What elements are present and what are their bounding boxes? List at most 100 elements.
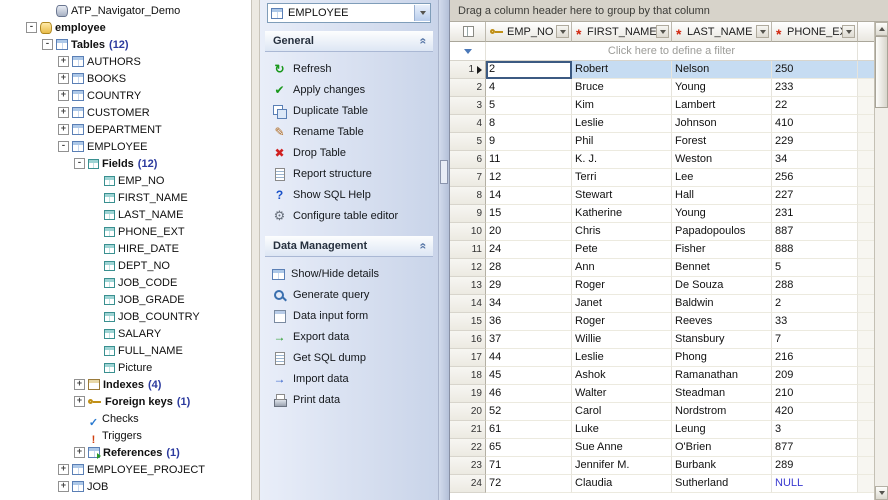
table-row[interactable]: 6 11 K. J. Weston 34	[450, 151, 874, 169]
table-row[interactable]: 17 44 Leslie Phong 216	[450, 349, 874, 367]
cell[interactable]: Baldwin	[672, 295, 772, 313]
panel-splitter[interactable]	[252, 0, 260, 500]
table-row[interactable]: 20 52 Carol Nordstrom 420	[450, 403, 874, 421]
panel-item-get-sql-dump[interactable]: Get SQL dump	[272, 347, 433, 368]
cell[interactable]: Kim	[572, 97, 672, 115]
table-row[interactable]: 16 37 Willie Stansbury 7	[450, 331, 874, 349]
cell[interactable]: Nelson	[672, 61, 772, 79]
tree-item-employee[interactable]: - EMPLOYEE	[0, 138, 251, 155]
cell[interactable]: 8	[486, 115, 572, 133]
cell[interactable]: 877	[772, 439, 858, 457]
collapse-icon[interactable]: -	[58, 141, 69, 152]
cell[interactable]: 71	[486, 457, 572, 475]
cell[interactable]: 410	[772, 115, 858, 133]
panel-item-rename-table[interactable]: Rename Table	[272, 121, 433, 142]
filter-hint[interactable]: Click here to define a filter	[486, 42, 858, 60]
collapse-icon[interactable]: -	[42, 39, 53, 50]
panel-item-show-sql-help[interactable]: Show SQL Help	[272, 184, 433, 205]
table-row[interactable]: 5 9 Phil Forest 229	[450, 133, 874, 151]
column-header-emp-no[interactable]: EMP_NO	[486, 22, 572, 42]
cell[interactable]: Hall	[672, 187, 772, 205]
cell[interactable]: Papadopoulos	[672, 223, 772, 241]
cell[interactable]: Ashok	[572, 367, 672, 385]
tree-item-dept-no[interactable]: DEPT_NO	[0, 257, 251, 274]
cell[interactable]: 52	[486, 403, 572, 421]
table-row[interactable]: 18 45 Ashok Ramanathan 209	[450, 367, 874, 385]
collapse-icon[interactable]: -	[74, 158, 85, 169]
table-row[interactable]: 2 4 Bruce Young 233	[450, 79, 874, 97]
table-row[interactable]: 7 12 Terri Lee 256	[450, 169, 874, 187]
section-general-header[interactable]: General «	[265, 31, 433, 52]
cell[interactable]: 24	[486, 241, 572, 259]
cell[interactable]: 7	[772, 331, 858, 349]
column-filter-dropdown-button[interactable]	[656, 25, 669, 38]
cell[interactable]: 33	[772, 313, 858, 331]
panel-item-apply-changes[interactable]: Apply changes	[272, 79, 433, 100]
cell[interactable]: Young	[672, 205, 772, 223]
cell[interactable]: Stansbury	[672, 331, 772, 349]
tree-item-indexes[interactable]: + Indexes (4)	[0, 376, 251, 393]
tree-item-authors[interactable]: + AUTHORS	[0, 53, 251, 70]
tree-item-job-country[interactable]: JOB_COUNTRY	[0, 308, 251, 325]
filter-funnel-cell[interactable]	[450, 42, 486, 60]
cell[interactable]: 11	[486, 151, 572, 169]
table-row[interactable]: 15 36 Roger Reeves 33	[450, 313, 874, 331]
cell[interactable]: Leslie	[572, 349, 672, 367]
panel-item-data-input-form[interactable]: Data input form	[272, 305, 433, 326]
table-row[interactable]: 14 34 Janet Baldwin 2	[450, 295, 874, 313]
tree-item-job[interactable]: + JOB	[0, 478, 251, 495]
column-filter-dropdown-button[interactable]	[842, 25, 855, 38]
cell[interactable]: 250	[772, 61, 858, 79]
tree-item-foreign-keys[interactable]: + Foreign keys (1)	[0, 393, 251, 410]
table-row[interactable]: 24 72 Claudia Sutherland NULL	[450, 475, 874, 493]
tree-item-salary[interactable]: SALARY	[0, 325, 251, 342]
panel-item-duplicate-table[interactable]: Duplicate Table	[272, 100, 433, 121]
cell[interactable]: 256	[772, 169, 858, 187]
cell[interactable]: Roger	[572, 313, 672, 331]
cell[interactable]: 887	[772, 223, 858, 241]
cell[interactable]: 46	[486, 385, 572, 403]
scroll-down-button[interactable]	[875, 486, 888, 500]
panel-item-refresh[interactable]: Refresh	[272, 58, 433, 79]
cell[interactable]: Katherine	[572, 205, 672, 223]
tree-item-country[interactable]: + COUNTRY	[0, 87, 251, 104]
expand-icon[interactable]: +	[74, 379, 85, 390]
tree-item-employee-project[interactable]: + EMPLOYEE_PROJECT	[0, 461, 251, 478]
tree-item-employee[interactable]: - employee	[0, 19, 251, 36]
table-row[interactable]: 19 46 Walter Steadman 210	[450, 385, 874, 403]
expand-icon[interactable]: +	[58, 90, 69, 101]
scrollbar-track[interactable]	[875, 36, 888, 486]
cell[interactable]: Walter	[572, 385, 672, 403]
collapse-icon[interactable]: -	[26, 22, 37, 33]
cell[interactable]: 45	[486, 367, 572, 385]
panel-item-report-structure[interactable]: Report structure	[272, 163, 433, 184]
cell[interactable]: Burbank	[672, 457, 772, 475]
section-data-management-header[interactable]: Data Management «	[265, 236, 433, 257]
cell[interactable]: O'Brien	[672, 439, 772, 457]
cell[interactable]: 3	[772, 421, 858, 439]
table-row[interactable]: 13 29 Roger De Souza 288	[450, 277, 874, 295]
table-row[interactable]: 10 20 Chris Papadopoulos 887	[450, 223, 874, 241]
cell[interactable]: 229	[772, 133, 858, 151]
expand-icon[interactable]: +	[74, 396, 85, 407]
cell[interactable]: 29	[486, 277, 572, 295]
cell[interactable]: Janet	[572, 295, 672, 313]
cell[interactable]: 2	[772, 295, 858, 313]
cell[interactable]: Claudia	[572, 475, 672, 493]
table-row[interactable]: 21 61 Luke Leung 3	[450, 421, 874, 439]
cell[interactable]: 36	[486, 313, 572, 331]
panel-item-import-data[interactable]: Import data	[272, 368, 433, 389]
cell[interactable]: 231	[772, 205, 858, 223]
column-header-last-name[interactable]: * LAST_NAME	[672, 22, 772, 42]
cell[interactable]: NULL	[772, 475, 858, 493]
cell[interactable]: Leung	[672, 421, 772, 439]
tree-item-picture[interactable]: Picture	[0, 359, 251, 376]
cell[interactable]: Terri	[572, 169, 672, 187]
panel-item-export-data[interactable]: Export data	[272, 326, 433, 347]
filter-row[interactable]: Click here to define a filter	[450, 42, 874, 61]
scrollbar-thumb[interactable]	[875, 36, 888, 108]
cell[interactable]: 34	[772, 151, 858, 169]
cell[interactable]: 61	[486, 421, 572, 439]
cell[interactable]: Steadman	[672, 385, 772, 403]
panel-item-drop-table[interactable]: Drop Table	[272, 142, 433, 163]
